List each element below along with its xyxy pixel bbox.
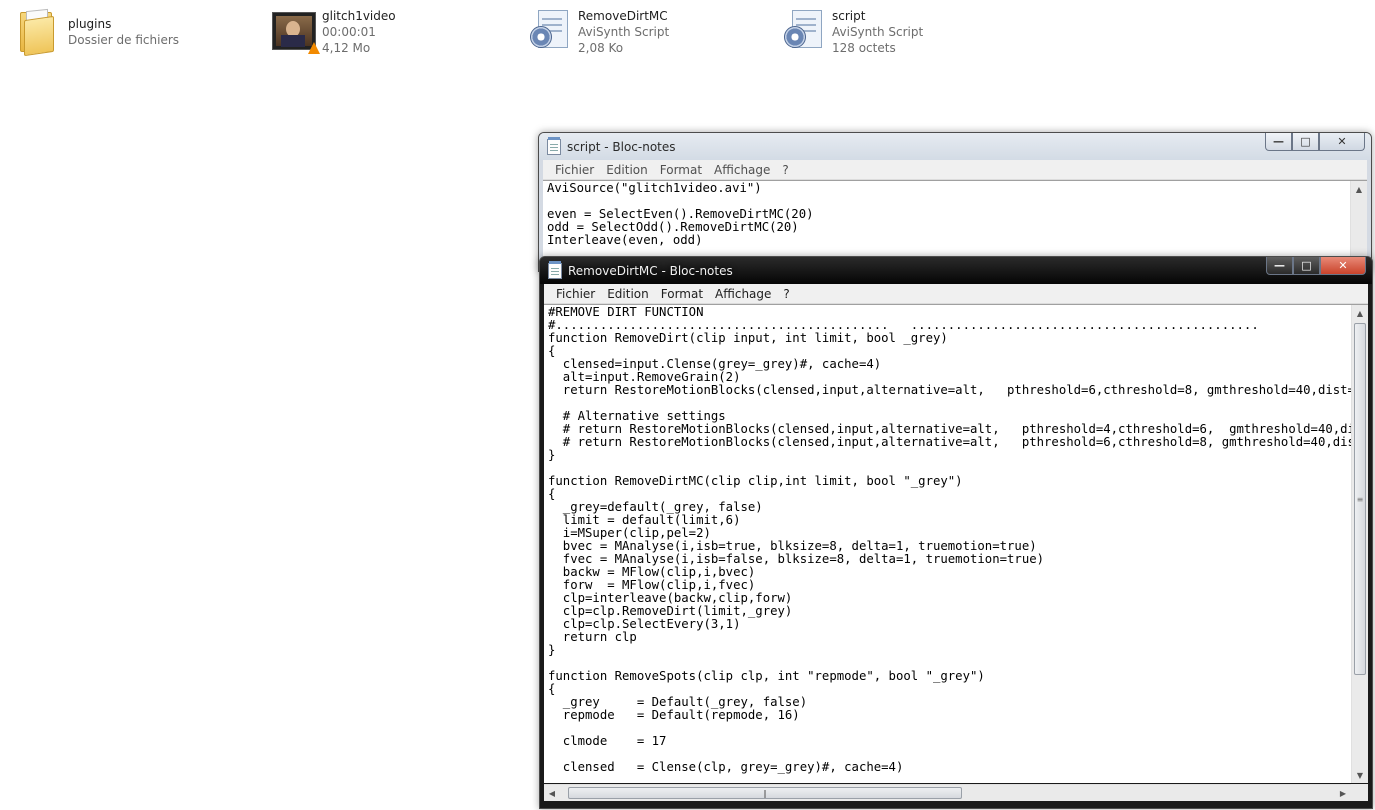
avisynth-script-icon — [782, 8, 826, 52]
vertical-scrollbar[interactable]: ▲ ≡ ▼ — [1351, 305, 1368, 783]
notepad-window-removedirtmc[interactable]: RemoveDirtMC - Bloc-notes — □ ✕ Fichier … — [539, 256, 1373, 809]
file-plugins[interactable]: plugins Dossier de fichiers — [18, 8, 248, 58]
vlc-icon — [308, 42, 320, 54]
menu-edition[interactable]: Edition — [601, 287, 655, 301]
scroll-left-arrow-icon[interactable]: ◀ — [544, 785, 560, 801]
title-bar[interactable]: script - Bloc-notes — □ ✕ — [539, 133, 1371, 160]
menu-fichier[interactable]: Fichier — [549, 163, 600, 177]
file-name: plugins — [68, 17, 112, 31]
menu-affichage[interactable]: Affichage — [709, 287, 777, 301]
minimize-button[interactable]: — — [1265, 133, 1292, 151]
notepad-icon — [548, 260, 562, 279]
notepad-icon — [547, 136, 561, 155]
folder-icon — [18, 8, 62, 57]
scroll-down-arrow-icon[interactable]: ▼ — [1352, 767, 1368, 783]
file-type: Dossier de fichiers — [68, 33, 180, 47]
file-size: 2,08 Ko — [578, 41, 624, 55]
file-script[interactable]: script AviSynth Script 128 octets — [782, 8, 1022, 58]
window-title: script - Bloc-notes — [567, 139, 676, 154]
file-glitch1video[interactable]: glitch1video 00:00:01 4,12 Mo — [272, 8, 512, 58]
window-title: RemoveDirtMC - Bloc-notes — [568, 263, 733, 278]
file-name: script — [832, 9, 866, 23]
resize-grip[interactable] — [1351, 784, 1368, 801]
menu-help[interactable]: ? — [777, 287, 795, 301]
scroll-thumb[interactable]: ≡ — [1354, 323, 1366, 675]
file-type: AviSynth Script — [578, 25, 670, 39]
menu-bar: Fichier Edition Format Affichage ? — [544, 284, 1368, 304]
notepad-window-script[interactable]: script - Bloc-notes — □ ✕ Fichier Editio… — [538, 132, 1372, 272]
menu-help[interactable]: ? — [776, 163, 794, 177]
menu-bar: Fichier Edition Format Affichage ? — [543, 160, 1367, 180]
minimize-button[interactable]: — — [1266, 257, 1293, 275]
menu-fichier[interactable]: Fichier — [550, 287, 601, 301]
file-name: glitch1video — [322, 9, 396, 23]
file-duration: 00:00:01 — [322, 25, 376, 39]
text-editor[interactable]: #REMOVE DIRT FUNCTION #.................… — [544, 304, 1368, 783]
menu-affichage[interactable]: Affichage — [708, 163, 776, 177]
scroll-thumb[interactable]: ‖ — [568, 787, 962, 799]
title-bar[interactable]: RemoveDirtMC - Bloc-notes — □ ✕ — [540, 257, 1372, 284]
menu-format[interactable]: Format — [655, 287, 709, 301]
file-removedirtmc[interactable]: RemoveDirtMC AviSynth Script 2,08 Ko — [528, 8, 768, 58]
scroll-right-arrow-icon[interactable]: ▶ — [1335, 785, 1351, 801]
editor-content[interactable]: #REMOVE DIRT FUNCTION #.................… — [544, 305, 1351, 784]
file-size: 128 octets — [832, 41, 896, 55]
close-button[interactable]: ✕ — [1319, 133, 1365, 151]
scroll-up-arrow-icon[interactable]: ▲ — [1352, 305, 1368, 321]
close-button[interactable]: ✕ — [1320, 257, 1366, 275]
file-type: AviSynth Script — [832, 25, 924, 39]
avisynth-script-icon — [528, 8, 572, 52]
menu-edition[interactable]: Edition — [600, 163, 654, 177]
file-name: RemoveDirtMC — [578, 9, 668, 23]
maximize-button[interactable]: □ — [1292, 133, 1319, 151]
video-thumbnail-icon — [272, 8, 320, 54]
horizontal-scrollbar[interactable]: ◀ ‖ ▶ — [544, 784, 1351, 801]
menu-format[interactable]: Format — [654, 163, 708, 177]
scroll-up-arrow-icon[interactable]: ▲ — [1351, 181, 1367, 197]
maximize-button[interactable]: □ — [1293, 257, 1320, 275]
file-size: 4,12 Mo — [322, 41, 371, 55]
